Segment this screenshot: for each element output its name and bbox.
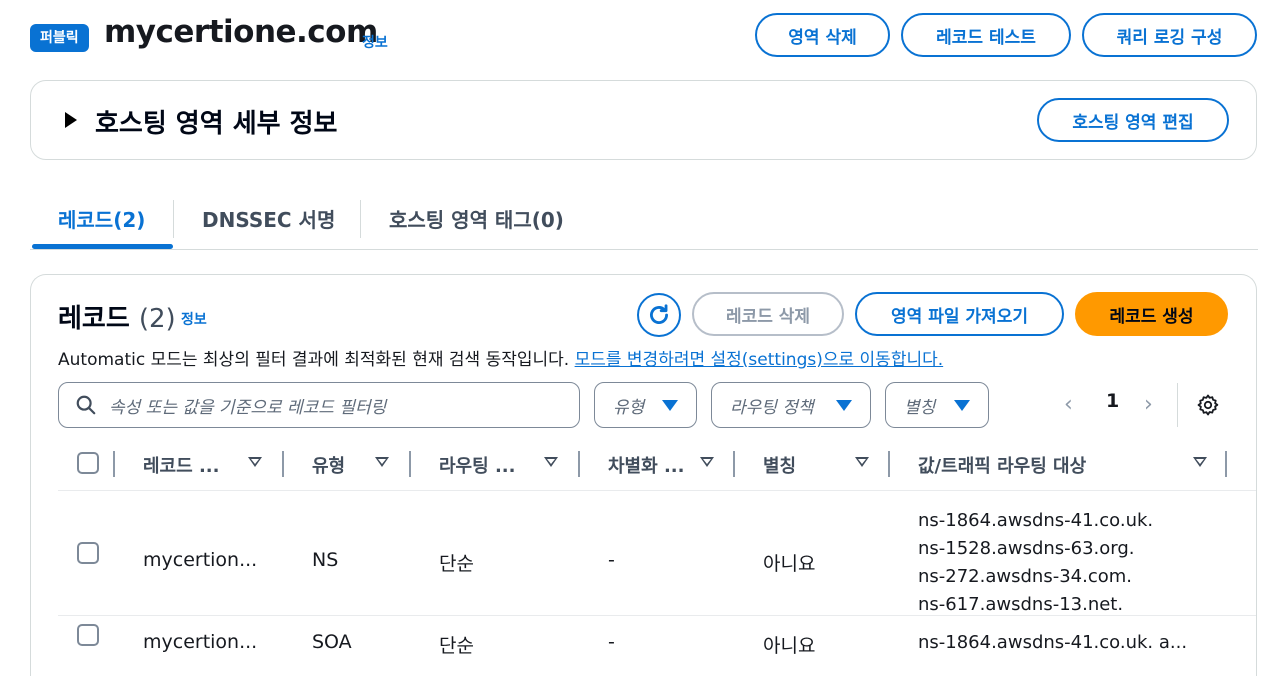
search-mode-description: Automatic 모드는 최상의 필터 결과에 최적화된 현재 검색 동작입니…	[58, 345, 943, 370]
description-text: Automatic 모드는 최상의 필터 결과에 최적화된 현재 검색 동작입니…	[58, 350, 570, 370]
value-line: ns-1528.awsdns-63.org.	[918, 538, 1135, 559]
column-header-type[interactable]: 유형	[312, 452, 345, 478]
page-title: mycertione.com	[104, 14, 378, 50]
column-header-alias[interactable]: 별칭	[763, 452, 796, 478]
column-divider[interactable]	[888, 451, 890, 477]
tab-dnssec[interactable]: DNSSEC 서명	[202, 204, 335, 233]
column-header-differentiator[interactable]: 차별화 ...	[608, 452, 684, 478]
pager-divider	[1177, 383, 1178, 427]
value-line: ns-1864.awsdns-41.co.uk.	[918, 510, 1154, 531]
sort-caret-icon[interactable]	[248, 457, 262, 467]
cell-record-name[interactable]: mycertion...	[143, 549, 257, 571]
cell-alias: 아니요	[763, 635, 816, 657]
tab-separator	[360, 200, 361, 238]
refresh-button[interactable]	[637, 293, 681, 337]
cell-alias: 아니요	[763, 553, 816, 575]
expand-caret-icon[interactable]	[65, 112, 77, 128]
table-header-rule	[58, 490, 1256, 491]
column-header-value[interactable]: 값/트래픽 라우팅 대상	[918, 452, 1086, 478]
settings-gear-icon[interactable]	[1196, 393, 1220, 417]
column-divider[interactable]	[282, 451, 284, 477]
settings-link[interactable]: 모드를 변경하려면 설정(settings)으로 이동합니다.	[575, 350, 944, 370]
cell-differentiator: -	[608, 549, 615, 571]
delete-record-button[interactable]: 레코드 삭제	[692, 292, 844, 336]
delete-zone-button[interactable]: 영역 삭제	[755, 13, 890, 57]
column-header-routing[interactable]: 라우팅 ...	[439, 452, 515, 478]
edit-hosted-zone-button[interactable]: 호스팅 영역 편집	[1037, 98, 1229, 142]
type-filter-label: 유형	[613, 397, 645, 418]
routing-policy-filter-select[interactable]: 라우팅 정책	[711, 382, 871, 428]
sort-caret-icon[interactable]	[544, 457, 558, 467]
cell-type: SOA	[312, 631, 352, 653]
column-header-record-name[interactable]: 레코드 ...	[143, 452, 219, 478]
search-placeholder: 속성 또는 값을 기준으로 레코드 필터링	[109, 397, 387, 418]
row-checkbox[interactable]	[77, 624, 99, 646]
records-heading: 레코드 (2)	[58, 298, 176, 335]
record-search-input[interactable]: 속성 또는 값을 기준으로 레코드 필터링	[58, 382, 580, 428]
column-divider[interactable]	[578, 451, 580, 477]
cell-type: NS	[312, 549, 339, 571]
cell-value: ns-1864.awsdns-41.co.uk. a...	[918, 632, 1188, 653]
previous-page-icon[interactable]: ‹	[1064, 392, 1073, 417]
type-filter-select[interactable]: 유형	[594, 382, 697, 428]
search-icon	[76, 395, 96, 415]
import-zone-file-button[interactable]: 영역 파일 가져오기	[855, 292, 1064, 336]
alias-filter-select[interactable]: 별칭	[885, 382, 989, 428]
tab-records[interactable]: 레코드(2)	[58, 204, 145, 233]
sort-caret-icon[interactable]	[1193, 457, 1207, 467]
info-link[interactable]: 정보	[362, 32, 388, 52]
create-record-button[interactable]: 레코드 생성	[1075, 292, 1228, 336]
value-line: ns-272.awsdns-34.com.	[918, 566, 1132, 587]
sort-caret-icon[interactable]	[700, 457, 714, 467]
caret-down-icon	[662, 399, 678, 411]
hosted-zone-details-title[interactable]: 호스팅 영역 세부 정보	[95, 103, 337, 140]
cell-routing: 단순	[439, 635, 474, 657]
public-badge: 퍼블릭	[30, 24, 89, 52]
current-page[interactable]: 1	[1106, 390, 1119, 412]
tab-tags[interactable]: 호스팅 영역 태그(0)	[389, 204, 564, 233]
records-info-link[interactable]: 정보	[181, 309, 207, 329]
tab-separator	[173, 200, 174, 238]
column-divider	[113, 451, 115, 477]
records-count: (2)	[138, 304, 176, 334]
cell-record-name[interactable]: mycertion...	[143, 631, 257, 653]
column-divider[interactable]	[409, 451, 411, 477]
cell-differentiator: -	[608, 631, 615, 653]
cell-routing: 단순	[439, 553, 474, 575]
caret-down-icon	[954, 399, 970, 411]
caret-down-icon	[836, 399, 852, 411]
column-divider[interactable]	[1225, 451, 1227, 477]
hosted-zone-details-panel: 호스팅 영역 세부 정보 호스팅 영역 편집	[30, 80, 1257, 160]
sort-caret-icon[interactable]	[855, 457, 869, 467]
row-checkbox[interactable]	[77, 542, 99, 564]
select-all-checkbox[interactable]	[77, 452, 99, 474]
test-record-button[interactable]: 레코드 테스트	[901, 13, 1071, 57]
cell-value: ns-1864.awsdns-41.co.uk. ns-1528.awsdns-…	[918, 507, 1153, 619]
tab-divider	[30, 249, 1258, 250]
row-divider	[58, 615, 1256, 616]
alias-filter-label: 별칭	[904, 397, 936, 418]
routing-filter-label: 라우팅 정책	[730, 397, 814, 418]
sort-caret-icon[interactable]	[375, 457, 389, 467]
records-title: 레코드	[58, 304, 130, 334]
next-page-icon[interactable]: ›	[1144, 392, 1153, 417]
configure-query-logging-button[interactable]: 쿼리 로깅 구성	[1082, 13, 1257, 57]
column-divider[interactable]	[733, 451, 735, 477]
refresh-icon	[650, 304, 668, 324]
